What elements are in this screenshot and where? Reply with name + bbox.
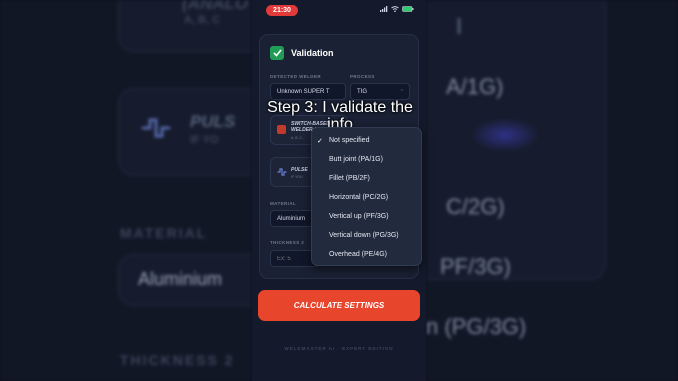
- dropdown-option[interactable]: Vertical down (PG/3G): [312, 227, 423, 244]
- bg-text: Aluminium: [138, 269, 223, 289]
- bg-text: (ANALO: [182, 0, 249, 13]
- dropdown-option-label: Not specified: [329, 137, 370, 144]
- check-icon: ✓: [317, 137, 323, 145]
- bg-option-panel: [118, 88, 252, 176]
- dropdown-option[interactable]: ✓ Not specified: [312, 132, 423, 149]
- option-pulse-title: PULSE: [291, 167, 308, 173]
- wifi-icon: [391, 6, 399, 12]
- option-switch-sub: A, B, C...: [291, 136, 306, 140]
- bg-text: PF/3G): [440, 254, 511, 279]
- footer-text: WELDMASTER AI · EXPERT EDITION: [284, 346, 394, 351]
- dropdown-option[interactable]: Overhead (PE/4G): [312, 246, 423, 263]
- dropdown-option[interactable]: Vertical up (PF/3G): [312, 208, 423, 225]
- status-time: 21:30: [266, 5, 298, 16]
- process-select[interactable]: TIG ⌃: [350, 83, 410, 100]
- bg-text: IF YO: [190, 134, 219, 146]
- card-title: Validation: [291, 48, 334, 58]
- dropdown-option[interactable]: Fillet (PB/2F): [312, 170, 423, 187]
- background-right: l A/1G) C/2G) PF/3G) n (PG/3G): [426, 0, 678, 381]
- pulse-icon: [142, 118, 170, 138]
- dropdown-option[interactable]: Butt joint (PA/1G): [312, 151, 423, 168]
- material-label: MATERIAL: [270, 201, 297, 206]
- process-label: PROCESS: [350, 74, 375, 79]
- bg-text: THICKNESS 2: [120, 352, 235, 368]
- pulse-icon: [277, 168, 287, 176]
- bg-text: PULS: [190, 112, 236, 131]
- bg-text: l: [456, 14, 463, 39]
- bg-text: A, B, C: [184, 14, 221, 26]
- calculate-settings-button[interactable]: CALCULATE SETTINGS: [258, 290, 420, 321]
- bg-text: MATERIAL: [120, 225, 208, 241]
- chevron-down-icon: ⌃: [399, 88, 404, 95]
- status-icons: [380, 6, 414, 12]
- bg-glow: [470, 118, 540, 152]
- battery-icon: [402, 6, 414, 12]
- bg-text: A/1G): [446, 74, 504, 99]
- check-icon: [270, 46, 284, 60]
- detected-welder-field[interactable]: Unknown SUPER T: [270, 83, 346, 100]
- bg-text: n (PG/3G): [426, 314, 527, 339]
- position-dropdown[interactable]: ✓ Not specified Butt joint (PA/1G) Fille…: [311, 127, 422, 266]
- bg-text: C/2G): [446, 194, 505, 219]
- thickness-label: THICKNESS 2: [270, 240, 305, 245]
- detected-welder-label: DETECTED WELDER: [270, 74, 321, 79]
- background-left: (ANALO A, B, C PULS IF YO MATERIAL Alumi…: [0, 0, 252, 381]
- signal-icon: [380, 6, 388, 12]
- process-value: TIG: [357, 88, 367, 95]
- option-pulse-sub: IF YOU: [291, 175, 303, 179]
- dropdown-option[interactable]: Horizontal (PC/2G): [312, 189, 423, 206]
